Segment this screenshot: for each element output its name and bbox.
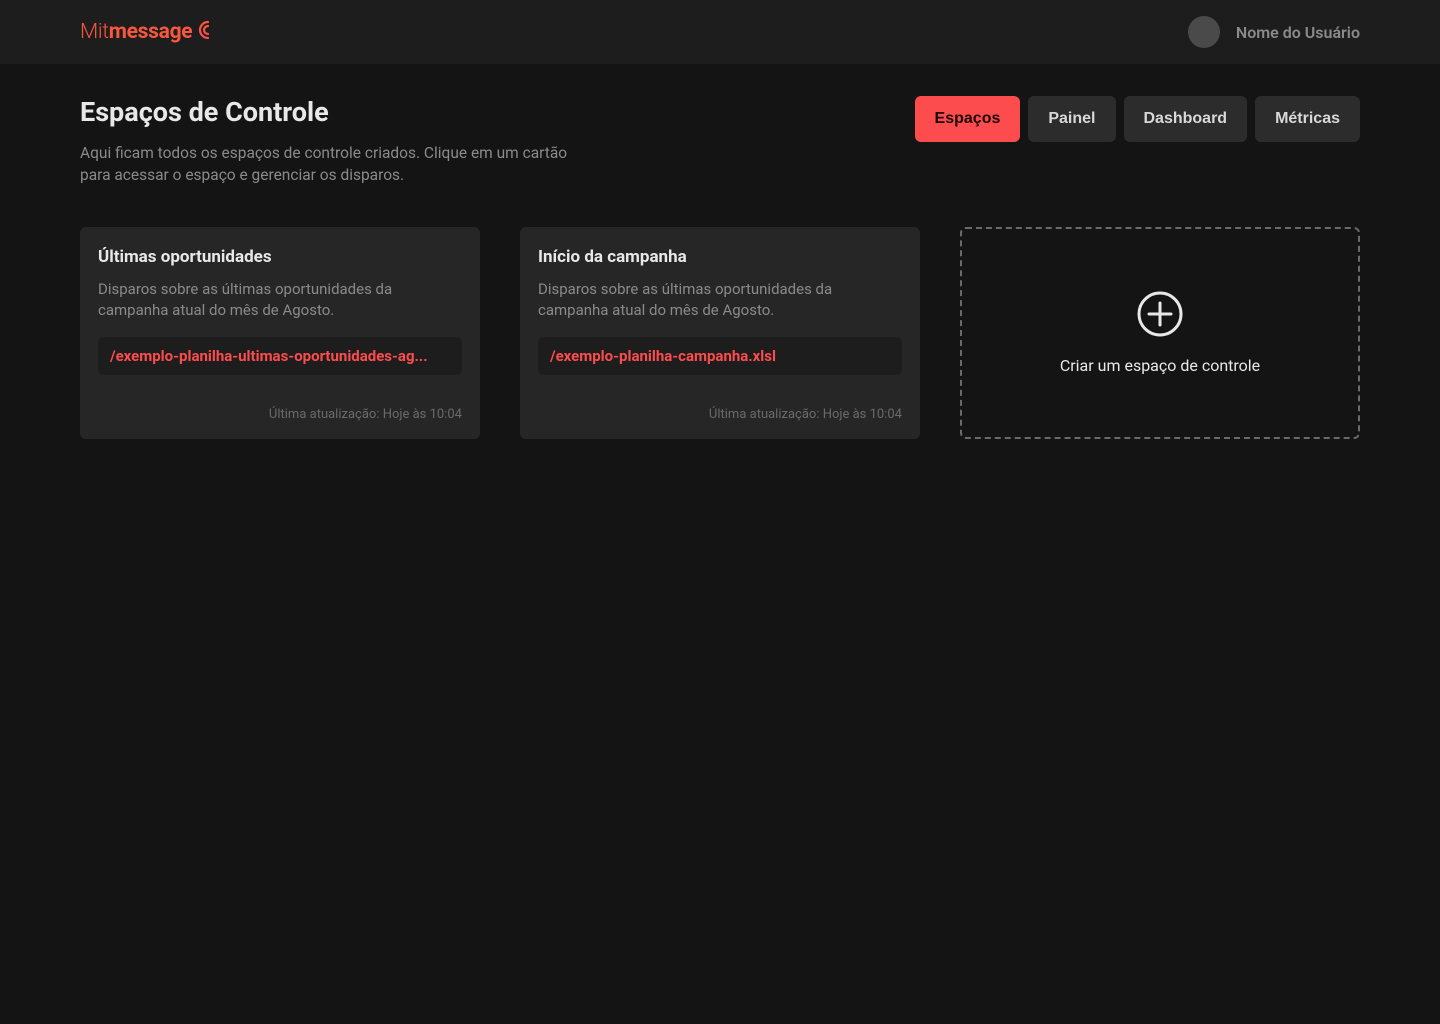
logo-text-part1: Mit (80, 20, 109, 44)
card-description: Disparos sobre as últimas oportunidades … (98, 279, 462, 321)
card-file-path: /exemplo-planilha-campanha.xlsl (538, 337, 902, 375)
card-updated-at: Última atualização: Hoje às 10:04 (538, 407, 902, 422)
create-space-label: Criar um espaço de controle (1060, 356, 1260, 375)
page-title: Espaços de Controle (80, 96, 600, 128)
card-file-path: /exemplo-planilha-ultimas-oportunidades-… (98, 337, 462, 375)
username-label: Nome do Usuário (1236, 23, 1360, 42)
logo[interactable]: Mitmessage (80, 18, 220, 46)
card-updated-at: Última atualização: Hoje às 10:04 (98, 407, 462, 422)
card-description: Disparos sobre as últimas oportunidades … (538, 279, 902, 321)
card-title: Início da campanha (538, 247, 902, 267)
logo-text-part2: message (109, 20, 193, 44)
avatar (1188, 16, 1220, 48)
cards-grid: Últimas oportunidades Disparos sobre as … (0, 187, 1440, 479)
tab-metricas[interactable]: Métricas (1255, 96, 1360, 142)
tab-dashboard[interactable]: Dashboard (1124, 96, 1248, 142)
space-card[interactable]: Últimas oportunidades Disparos sobre as … (80, 227, 480, 439)
user-area[interactable]: Nome do Usuário (1188, 16, 1360, 48)
page-top: Espaços de Controle Aqui ficam todos os … (0, 64, 1440, 187)
tab-espacos[interactable]: Espaços (915, 96, 1021, 142)
nav-tabs: Espaços Painel Dashboard Métricas (915, 96, 1360, 142)
create-space-card[interactable]: Criar um espaço de controle (960, 227, 1360, 439)
top-header: Mitmessage Nome do Usuário (0, 0, 1440, 64)
page-subtitle: Aqui ficam todos os espaços de controle … (80, 142, 600, 187)
plus-circle-icon (1136, 290, 1184, 338)
tab-painel[interactable]: Painel (1028, 96, 1115, 142)
space-card[interactable]: Início da campanha Disparos sobre as últ… (520, 227, 920, 439)
logo-wave-icon (196, 18, 220, 46)
page-header: Espaços de Controle Aqui ficam todos os … (80, 96, 600, 187)
card-title: Últimas oportunidades (98, 247, 462, 267)
